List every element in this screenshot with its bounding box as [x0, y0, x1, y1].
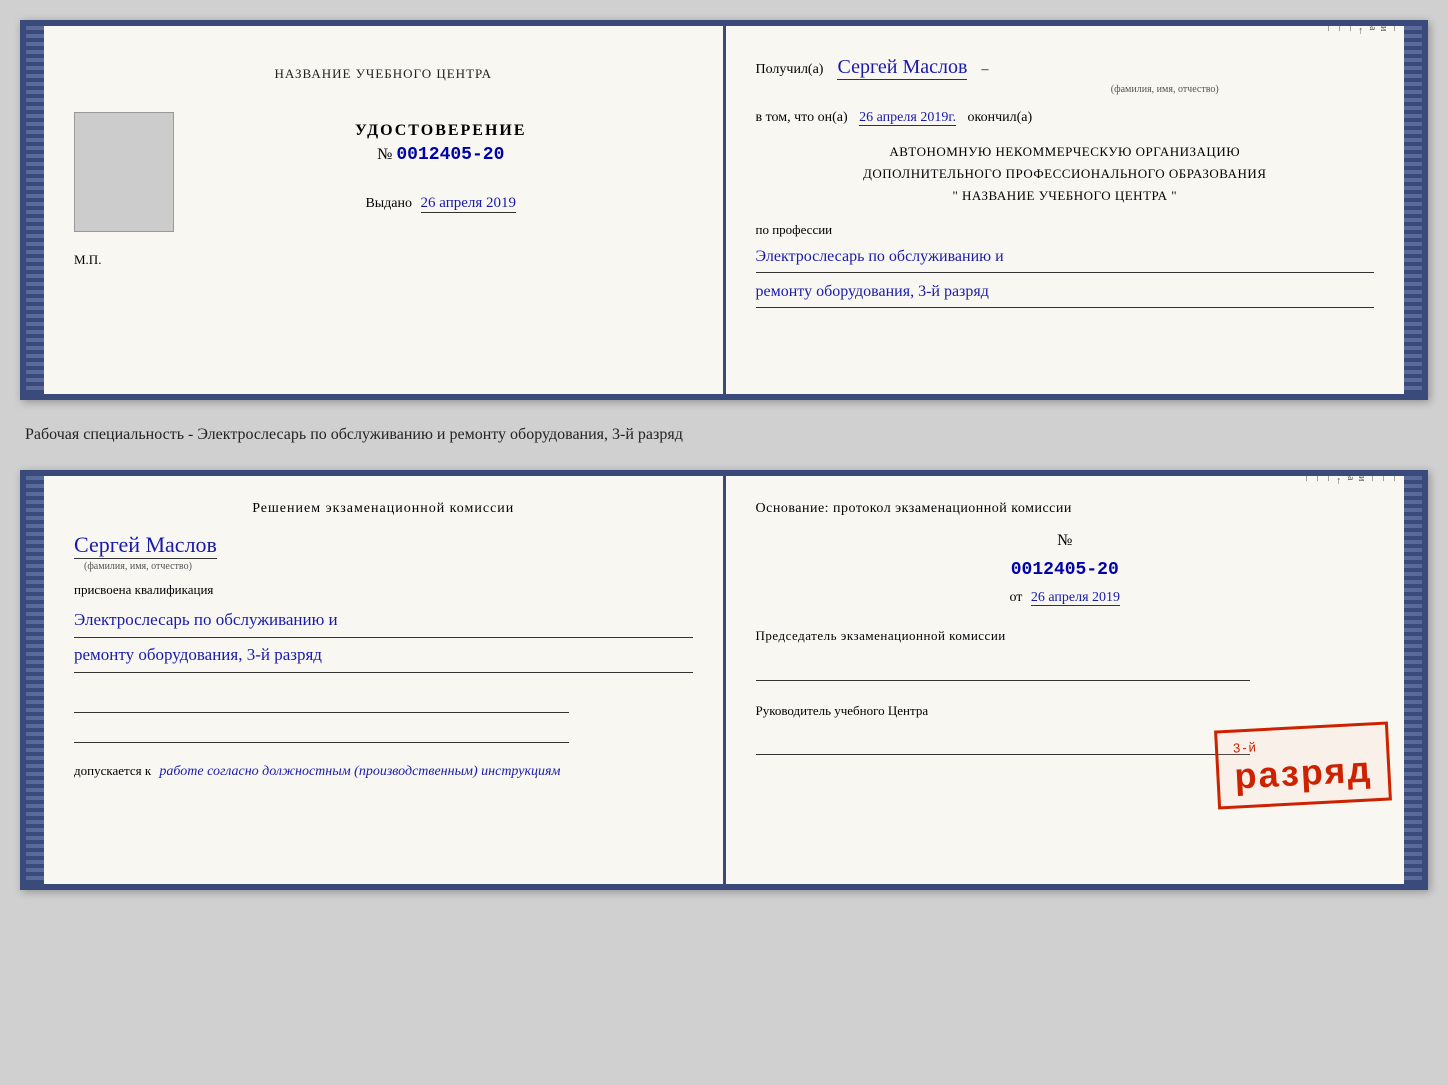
edge2-marker-7: – [1323, 476, 1334, 884]
certificate-book-2: Решением экзаменационной комиссии Сергей… [20, 470, 1428, 890]
komissia-header: Решением экзаменационной комиссии [74, 501, 693, 517]
vydano-label: Выдано [365, 196, 412, 211]
vydano-date: 26 апреля 2019 [421, 195, 517, 213]
cert1-number: 0012405-20 [396, 145, 504, 165]
ot-prefix: от [1009, 590, 1022, 605]
poluchil-label: Получил(а) [756, 62, 824, 77]
right-edge-markers-2: – – – и а ← – – – [1301, 476, 1400, 884]
signature-lines [74, 688, 693, 743]
between-label: Рабочая специальность - Электрослесарь п… [20, 418, 1428, 452]
org-quote-open: " [952, 188, 958, 203]
recipient-name: Сергей Маслов [837, 56, 967, 80]
org-line2: ДОПОЛНИТЕЛЬНОГО ПРОФЕССИОНАЛЬНОГО ОБРАЗО… [756, 163, 1375, 185]
dash1: – [981, 62, 988, 77]
edge2-marker-3: – [1367, 476, 1378, 884]
okончil-label: окончил(а) [967, 110, 1032, 125]
org-name-line: " НАЗВАНИЕ УЧЕБНОГО ЦЕНТРА " [756, 185, 1375, 207]
edge2-marker-5: а [1345, 476, 1356, 884]
edge-marker-3: а [1367, 26, 1378, 394]
edge2-marker-4: и [1356, 476, 1367, 884]
qualification-line2: ремонту оборудования, 3-й разряд [74, 638, 693, 673]
cert1-vydano-line: Выдано 26 апреля 2019 [365, 195, 516, 213]
osnovanie-text: Основание: протокол экзаменационной коми… [756, 501, 1375, 517]
edge-marker-6: – [1334, 26, 1345, 394]
profession-line1: Электрослесарь по обслуживанию и [756, 243, 1375, 273]
qualification-line1: Электрослесарь по обслуживанию и [74, 603, 693, 638]
cert1-middle-text: УДОСТОВЕРЕНИЕ № 0012405-20 Выдано 26 апр… [189, 122, 693, 213]
cert1-training-center-header: НАЗВАНИЕ УЧЕБНОГО ЦЕНТРА [74, 66, 693, 82]
cert1-number-line: № 0012405-20 [377, 145, 504, 165]
cert2-protocol-number: 0012405-20 [756, 560, 1375, 580]
edge2-marker-6: ← [1334, 476, 1345, 884]
edge2-marker-1: – [1389, 476, 1400, 884]
dopuskaetsya-label: допускается к [74, 763, 151, 778]
edge2-marker-9: – [1301, 476, 1312, 884]
udostoverenie-label: УДОСТОВЕРЕНИЕ [355, 122, 527, 140]
cert2-fio-label: (фамилия, имя, отчество) [84, 561, 693, 572]
page-container: НАЗВАНИЕ УЧЕБНОГО ЦЕНТРА УДОСТОВЕРЕНИЕ №… [20, 20, 1428, 890]
vtom-prefix: в том, что он(а) [756, 110, 848, 125]
fio-label-1: (фамилия, имя, отчество) [956, 84, 1375, 95]
cert2-number-block: № 0012405-20 [756, 532, 1375, 580]
photo-placeholder [74, 112, 174, 232]
cert1-recipient-line: Получил(а) Сергей Маслов – (фамилия, имя… [756, 56, 1375, 95]
sig-line-1 [74, 688, 569, 713]
dopuskaetsya-block: допускается к работе согласно должностны… [74, 763, 693, 780]
edge2-marker-2: – [1378, 476, 1389, 884]
mp-label: М.П. [74, 252, 693, 268]
cert2-ot-line: от 26 апреля 2019 [756, 590, 1375, 606]
right-edge-markers: – и а ← – – – [1323, 26, 1400, 394]
chairman-label: Председатель экзаменационной комиссии [756, 626, 1375, 646]
org-name: НАЗВАНИЕ УЧЕБНОГО ЦЕНТРА [962, 188, 1167, 203]
dopuskaetsya-text: работе согласно должностным (производств… [159, 764, 560, 779]
rukovoditel-label: Руководитель учебного Центра [756, 701, 1375, 721]
cert1-content-area: УДОСТОВЕРЕНИЕ № 0012405-20 Выдано 26 апр… [74, 112, 693, 232]
cert1-vtom-line: в том, что он(а) 26 апреля 2019г. окончи… [756, 110, 1375, 126]
cert2-name: Сергей Маслов [74, 532, 217, 559]
stamp-main-text: разряд [1233, 748, 1373, 796]
edge-marker-5: – [1345, 26, 1356, 394]
ot-date: 26 апреля 2019 [1031, 590, 1120, 606]
cert2-name-block: Сергей Маслов (фамилия, имя, отчество) [74, 532, 693, 572]
cert2-left-page: Решением экзаменационной комиссии Сергей… [44, 476, 726, 884]
edge-marker-4: ← [1356, 26, 1367, 394]
org-quote-close: " [1171, 188, 1177, 203]
vtom-date: 26 апреля 2019г. [859, 110, 956, 126]
cert2-number-prefix: № [1057, 532, 1072, 549]
po-professii-label: по профессии [756, 222, 1375, 238]
qualification-stamp: 3-й разряд [1214, 722, 1392, 810]
prisvoena-label: присвоена квалификация [74, 582, 693, 598]
certificate-book-1: НАЗВАНИЕ УЧЕБНОГО ЦЕНТРА УДОСТОВЕРЕНИЕ №… [20, 20, 1428, 400]
edge-marker-7: – [1323, 26, 1334, 394]
rukovoditel-sig-line [756, 730, 1251, 755]
chairman-sig-line [756, 656, 1251, 681]
cert1-org-text: АВТОНОМНУЮ НЕКОММЕРЧЕСКУЮ ОРГАНИЗАЦИЮ ДО… [756, 141, 1375, 207]
sig-line-2 [74, 718, 569, 743]
cert1-number-prefix: № [377, 146, 392, 163]
edge-marker-2: и [1378, 26, 1389, 394]
edge-marker-1: – [1389, 26, 1400, 394]
org-line1: АВТОНОМНУЮ НЕКОММЕРЧЕСКУЮ ОРГАНИЗАЦИЮ [756, 141, 1375, 163]
cert1-left-page: НАЗВАНИЕ УЧЕБНОГО ЦЕНТРА УДОСТОВЕРЕНИЕ №… [44, 26, 726, 394]
edge2-marker-8: – [1312, 476, 1323, 884]
profession-line2: ремонту оборудования, 3-й разряд [756, 278, 1375, 308]
cert1-right-page: Получил(а) Сергей Маслов – (фамилия, имя… [726, 26, 1405, 394]
